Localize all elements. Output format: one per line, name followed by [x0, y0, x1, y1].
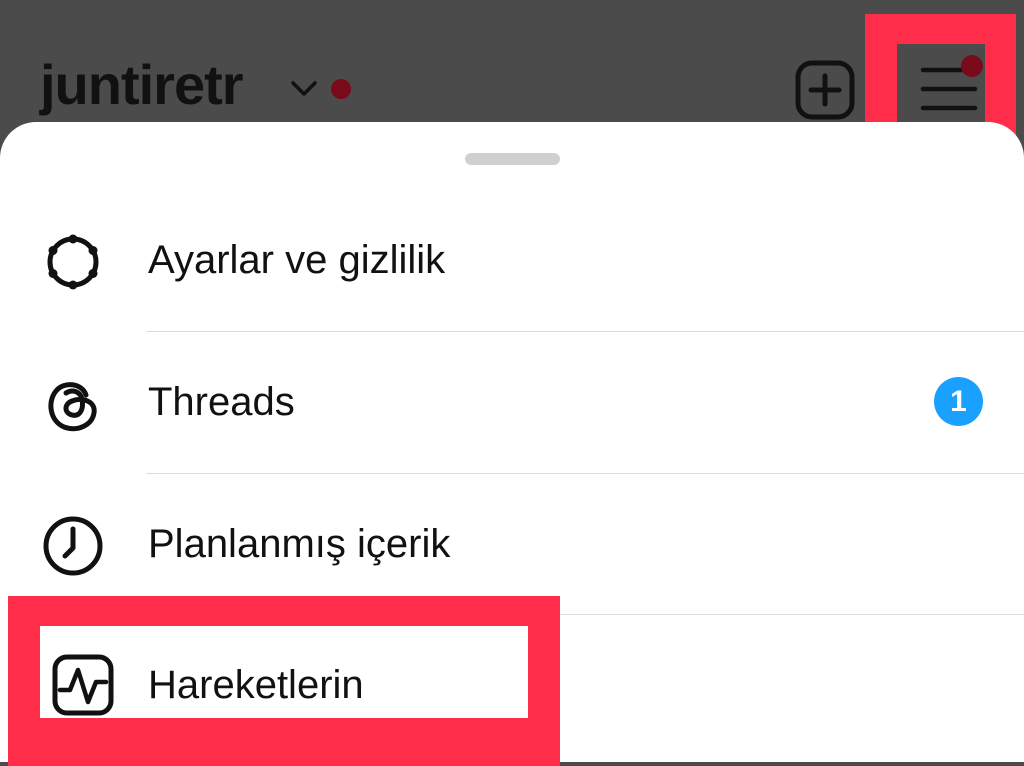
activity-icon — [52, 654, 114, 716]
chevron-down-icon[interactable] — [290, 80, 318, 103]
sheet-grabber[interactable] — [465, 153, 560, 165]
account-notification-dot — [331, 79, 351, 99]
menu-item-label: Ayarlar ve gizlilik — [148, 238, 446, 282]
username-switcher[interactable]: juntiretr — [40, 52, 244, 117]
clock-icon — [42, 515, 104, 577]
new-post-icon[interactable] — [795, 60, 855, 125]
notification-count-badge: 1 — [934, 377, 983, 426]
divider — [146, 473, 1024, 474]
highlight-frame: Hareketlerin — [8, 596, 560, 766]
menu-item-threads[interactable]: Threads 1 — [0, 334, 1024, 475]
menu-item-label: Hareketlerin — [148, 663, 364, 707]
menu-notification-dot — [961, 55, 983, 77]
menu-bottom-sheet: Ayarlar ve gizlilik Threads 1 Planlanmış… — [0, 122, 1024, 766]
menu-item-label: Threads — [148, 380, 295, 424]
menu-item-label: Planlanmış içerik — [148, 522, 451, 566]
settings-gear-icon — [42, 231, 104, 293]
profile-header: juntiretr — [0, 0, 1024, 161]
divider — [146, 331, 1024, 332]
menu-item-settings[interactable]: Ayarlar ve gizlilik — [0, 192, 1024, 333]
threads-icon — [42, 373, 104, 435]
